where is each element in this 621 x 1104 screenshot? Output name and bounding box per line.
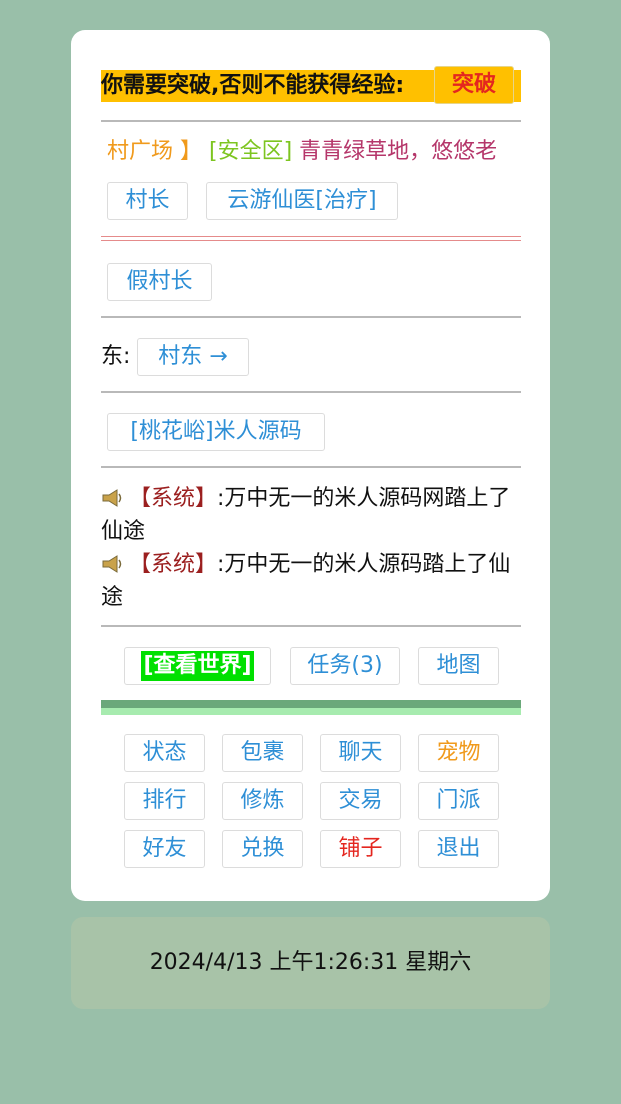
menu-button-3[interactable]: 宠物 — [418, 734, 499, 772]
divider — [101, 391, 521, 393]
divider — [101, 120, 521, 122]
menu-button-1[interactable]: 包裹 — [222, 734, 303, 772]
game-panel-content: 你需要突破,否则不能获得经验: 突破 村广场 】 [安全区] 青青绿草地，悠悠老… — [101, 30, 521, 901]
section-bar-highlight — [101, 708, 521, 715]
megaphone-icon — [102, 555, 122, 573]
system-message: 【系统】:万中无一的米人源码踏上了仙途 — [101, 548, 521, 614]
location-description: 青青绿草地，悠悠老 — [299, 139, 498, 164]
player-button-fake-chief[interactable]: 假村长 — [107, 263, 212, 301]
menu-button-10[interactable]: 铺子 — [320, 830, 401, 868]
divider-double — [101, 236, 521, 241]
npc-button-wandering-doctor[interactable]: 云游仙医[治疗] — [206, 182, 398, 220]
system-tag: 【系统】 — [129, 486, 218, 511]
divider — [101, 316, 521, 318]
menu-button-9[interactable]: 兑换 — [222, 830, 303, 868]
divider — [101, 625, 521, 627]
divider — [101, 466, 521, 468]
game-panel: 你需要突破,否则不能获得经验: 突破 村广场 】 [安全区] 青青绿草地，悠悠老… — [71, 30, 550, 901]
location-line: 村广场 】 [安全区] 青青绿草地，悠悠老 — [107, 134, 497, 170]
breakthrough-prompt: 你需要突破,否则不能获得经验: — [101, 73, 405, 98]
safe-zone-badge: [安全区] — [209, 139, 293, 164]
system-message: 【系统】:万中无一的米人源码网踏上了仙途 — [101, 482, 521, 548]
tasks-button[interactable]: 任务(3) — [290, 647, 400, 685]
view-world-button[interactable]: [查看世界] — [124, 647, 271, 685]
menu-button-0[interactable]: 状态 — [124, 734, 205, 772]
breakthrough-button[interactable]: 突破 — [434, 66, 514, 104]
menu-button-6[interactable]: 交易 — [320, 782, 401, 820]
footer-bar: 2024/4/13 上午1:26:31 星期六 — [71, 917, 550, 1009]
location-name[interactable]: 村广场 】 — [107, 139, 202, 164]
map-button[interactable]: 地图 — [418, 647, 499, 685]
section-bar — [101, 700, 521, 708]
current-player-button[interactable]: [桃花峪]米人源码 — [107, 413, 325, 451]
system-tag: 【系统】 — [129, 552, 218, 577]
exit-button-east[interactable]: 村东 → — [137, 338, 249, 376]
datetime-text: 2024/4/13 上午1:26:31 星期六 — [149, 950, 472, 975]
menu-button-4[interactable]: 排行 — [124, 782, 205, 820]
exit-direction-label: 东: — [101, 344, 131, 369]
menu-button-7[interactable]: 门派 — [418, 782, 499, 820]
npc-button-village-chief[interactable]: 村长 — [107, 182, 188, 220]
view-world-label: [查看世界] — [141, 651, 254, 681]
menu-button-2[interactable]: 聊天 — [320, 734, 401, 772]
megaphone-icon — [102, 489, 122, 507]
menu-button-8[interactable]: 好友 — [124, 830, 205, 868]
menu-button-11[interactable]: 退出 — [418, 830, 499, 868]
menu-button-5[interactable]: 修炼 — [222, 782, 303, 820]
